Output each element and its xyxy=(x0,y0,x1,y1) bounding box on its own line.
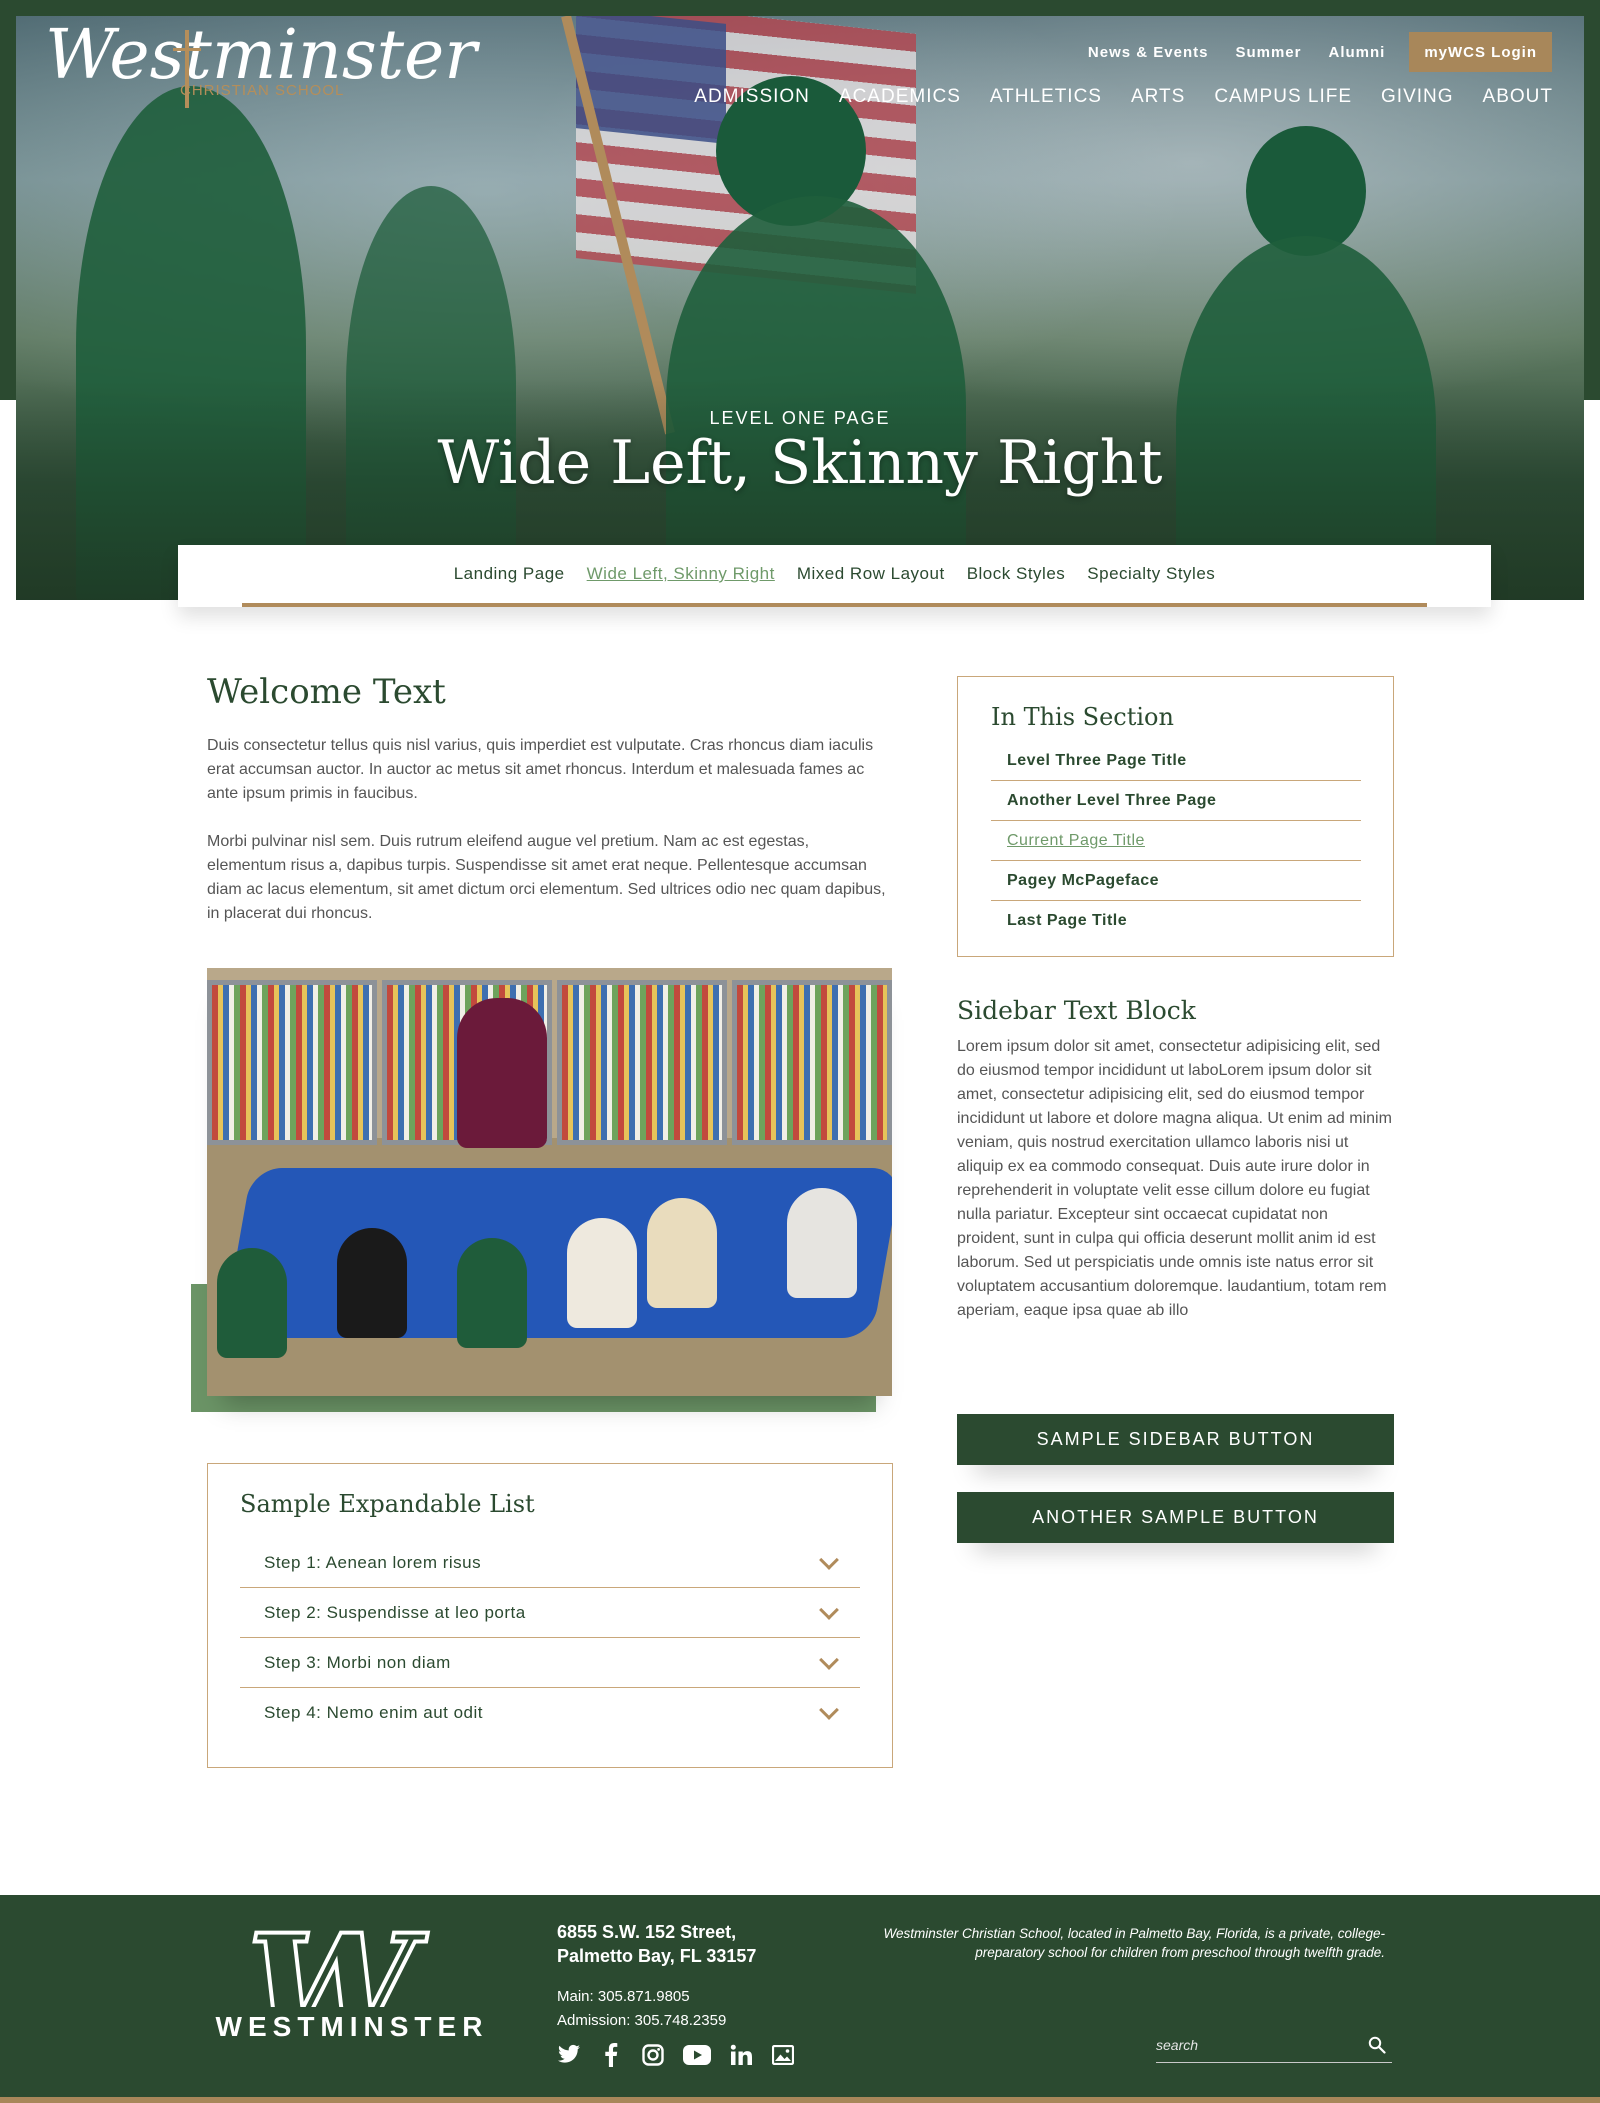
chevron-down-icon xyxy=(819,1649,839,1670)
another-sample-button[interactable]: ANOTHER SAMPLE BUTTON xyxy=(957,1492,1394,1543)
footer-search xyxy=(1156,2030,1392,2063)
utility-nav: News & Events Summer Alumni myWCS Login xyxy=(1061,32,1552,72)
main-nav: ADMISSION ACADEMICS ATHLETICS ARTS CAMPU… xyxy=(665,86,1553,108)
section-subnav: Landing Page Wide Left, Skinny Right Mix… xyxy=(178,545,1491,607)
subnav-specialty-styles[interactable]: Specialty Styles xyxy=(1087,564,1215,584)
youtube-icon[interactable] xyxy=(683,2043,711,2067)
expandable-item[interactable]: Step 2: Suspendisse at leo porta xyxy=(240,1588,860,1638)
footer-logo-monogram: W xyxy=(245,1902,417,2078)
teacher-figure xyxy=(457,998,547,1148)
chevron-down-icon xyxy=(819,1549,839,1570)
nav-academics[interactable]: ACADEMICS xyxy=(839,86,961,108)
nav-campus-life[interactable]: CAMPUS LIFE xyxy=(1214,86,1352,108)
expandable-item[interactable]: Step 1: Aenean lorem risus xyxy=(240,1538,860,1588)
student-1 xyxy=(217,1248,287,1358)
nav-giving[interactable]: GIVING xyxy=(1381,86,1454,108)
expandable-item[interactable]: Step 3: Morbi non diam xyxy=(240,1638,860,1688)
expandable-item-label: Step 4: Nemo enim aut odit xyxy=(264,1703,484,1722)
footer-phone-admission[interactable]: Admission: 305.748.2359 xyxy=(557,2012,726,2029)
nav-about[interactable]: ABOUT xyxy=(1483,86,1553,108)
section-link-another-level-three[interactable]: Another Level Three Page xyxy=(991,781,1361,821)
facebook-icon[interactable] xyxy=(599,2043,623,2067)
sample-sidebar-button[interactable]: SAMPLE SIDEBAR BUTTON xyxy=(957,1414,1394,1465)
student-3 xyxy=(457,1238,527,1348)
hero-kicker: LEVEL ONE PAGE xyxy=(709,408,891,428)
footer-address-line1: 6855 S.W. 152 Street, xyxy=(557,1922,737,1942)
logo-crossbar xyxy=(173,48,201,51)
sidebar-text-title: Sidebar Text Block xyxy=(957,996,1196,1025)
expandable-list: Sample Expandable List Step 1: Aenean lo… xyxy=(207,1463,893,1768)
section-links: Level Three Page Title Another Level Thr… xyxy=(991,741,1361,941)
utility-link-news[interactable]: News & Events xyxy=(1088,44,1209,61)
section-link-pagey[interactable]: Pagey McPageface xyxy=(991,861,1361,901)
bookshelf-4 xyxy=(732,980,892,1145)
sidebar-text-body: Lorem ipsum dolor sit amet, consectetur … xyxy=(957,1038,1392,1319)
bookshelf-3 xyxy=(557,980,727,1145)
student-5 xyxy=(647,1198,717,1308)
footer-stripe xyxy=(0,2097,1600,2103)
subnav-block-styles[interactable]: Block Styles xyxy=(967,564,1066,584)
footer-logo[interactable]: W WESTMINSTER xyxy=(207,1903,497,2077)
student-6 xyxy=(787,1188,857,1298)
login-button[interactable]: myWCS Login xyxy=(1409,32,1552,72)
welcome-paragraph-2: Morbi pulvinar nisl sem. Duis rutrum ele… xyxy=(207,833,886,922)
section-link-level-three[interactable]: Level Three Page Title xyxy=(991,741,1361,781)
search-icon[interactable] xyxy=(1368,2036,1386,2054)
nav-admission[interactable]: ADMISSION xyxy=(694,86,810,108)
instagram-icon[interactable] xyxy=(641,2043,665,2067)
subnav-landing-page[interactable]: Landing Page xyxy=(454,564,565,584)
in-this-section-title: In This Section xyxy=(991,703,1174,731)
footer-phone-main[interactable]: Main: 305.871.9805 xyxy=(557,1988,690,2005)
expandable-item-label: Step 2: Suspendisse at leo porta xyxy=(264,1602,526,1622)
expandable-item-label: Step 1: Aenean lorem risus xyxy=(264,1552,482,1572)
welcome-title: Welcome Text xyxy=(207,672,446,712)
footer-address-line2: Palmetto Bay, FL 33157 xyxy=(557,1946,757,1966)
expandable-item[interactable]: Step 4: Nemo enim aut odit xyxy=(240,1688,860,1738)
linkedin-icon[interactable] xyxy=(729,2043,753,2067)
footer-logo-word: WESTMINSTER xyxy=(207,2007,497,2047)
bookshelf-1 xyxy=(207,980,377,1145)
subnav-underline xyxy=(242,603,1427,607)
utility-link-alumni[interactable]: Alumni xyxy=(1328,44,1385,61)
chevron-down-icon xyxy=(819,1700,839,1720)
chevron-down-icon xyxy=(819,1599,839,1620)
section-link-current-page[interactable]: Current Page Title xyxy=(991,821,1361,861)
expandable-item-label: Step 3: Morbi non diam xyxy=(264,1652,451,1672)
expandable-title: Sample Expandable List xyxy=(240,1490,535,1518)
footer-blurb: Westminster Christian School, located in… xyxy=(883,1926,1385,1960)
student-4 xyxy=(567,1218,637,1328)
social-links xyxy=(557,2043,795,2067)
search-input[interactable] xyxy=(1156,2030,1356,2060)
classroom-photo xyxy=(207,968,892,1396)
page-title: Wide Left, Skinny Right xyxy=(437,428,1163,498)
logo-cross xyxy=(185,30,189,108)
utility-link-summer[interactable]: Summer xyxy=(1235,44,1301,61)
subnav-mixed-row-layout[interactable]: Mixed Row Layout xyxy=(797,564,945,584)
subnav-wide-left-skinny-right[interactable]: Wide Left, Skinny Right xyxy=(587,564,775,584)
site-logo[interactable]: Westminster CHRISTIAN SCHOOL xyxy=(45,22,477,108)
nav-athletics[interactable]: ATHLETICS xyxy=(990,86,1102,108)
twitter-icon[interactable] xyxy=(557,2043,581,2067)
student-2 xyxy=(337,1228,407,1338)
section-link-last-page[interactable]: Last Page Title xyxy=(991,901,1361,941)
expandable-items: Step 1: Aenean lorem risus Step 2: Suspe… xyxy=(240,1538,860,1738)
image-icon[interactable] xyxy=(771,2043,795,2067)
nav-arts[interactable]: ARTS xyxy=(1131,86,1185,108)
in-this-section-box: In This Section Level Three Page Title A… xyxy=(957,676,1394,957)
welcome-paragraph-1: Duis consectetur tellus quis nisl varius… xyxy=(207,737,874,802)
